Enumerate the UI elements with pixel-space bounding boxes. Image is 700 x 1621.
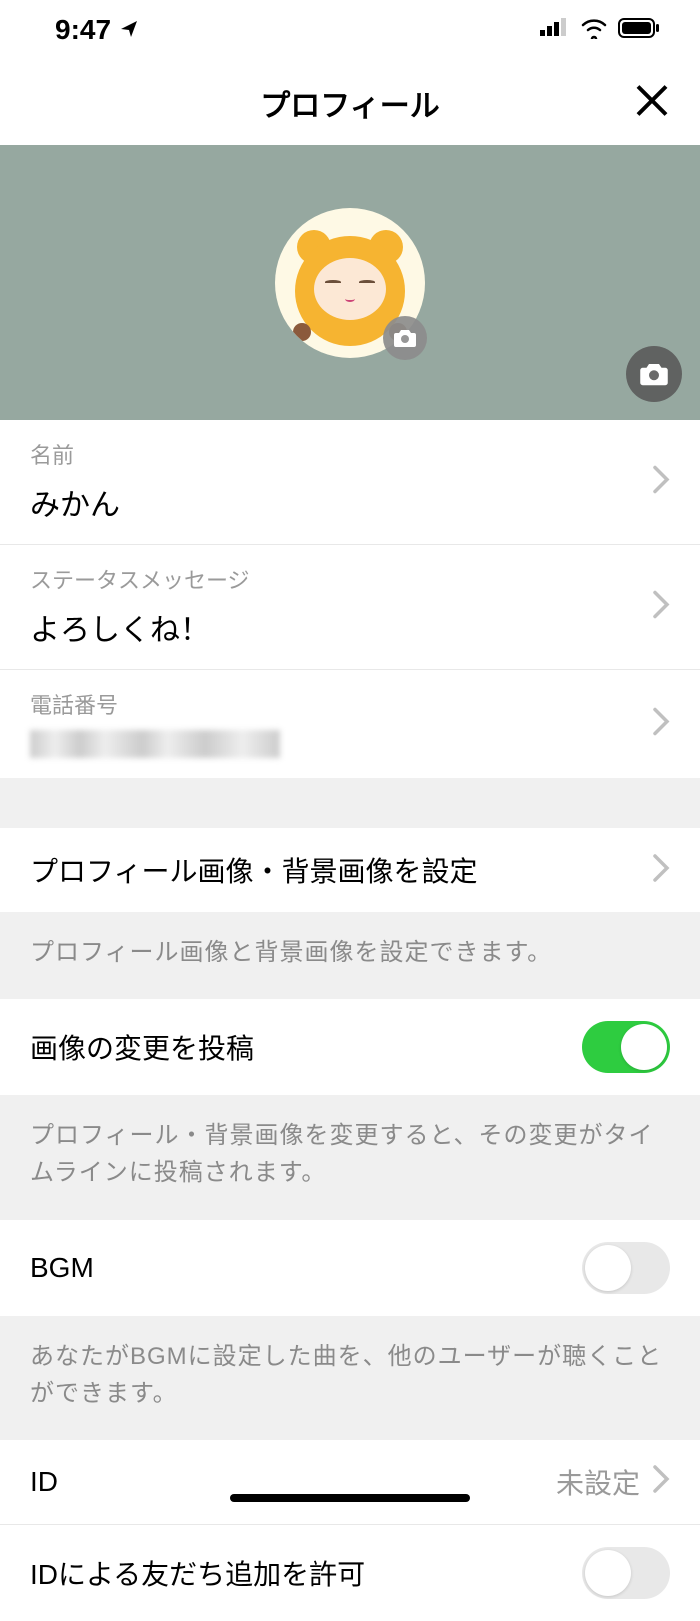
name-row[interactable]: 名前 みかん [0,420,700,545]
bgm-row: BGM [0,1220,700,1316]
chevron-right-icon [652,1464,670,1499]
status-value: よろしくね！ [30,605,670,649]
camera-icon [393,328,417,348]
id-friend-toggle[interactable] [582,1547,670,1599]
bgm-desc: あなたがBGMに設定した曲を、他のユーザーが聴くことができます。 [0,1316,700,1440]
wifi-icon [580,17,608,44]
bgm-toggle[interactable] [582,1242,670,1294]
id-value: 未設定 [556,1462,640,1502]
profile-images-desc: プロフィール画像と背景画像を設定できます。 [0,912,700,999]
chevron-right-icon [652,465,670,500]
name-label: 名前 [30,438,670,470]
close-button[interactable] [634,82,670,123]
camera-icon [639,361,669,387]
header: プロフィール [0,60,700,145]
id-friend-row: IDによる友だち追加を許可 [0,1525,700,1621]
avatar-container[interactable] [275,208,425,358]
page-title: プロフィール [260,81,439,125]
chevron-right-icon [652,590,670,625]
name-value: みかん [30,480,670,524]
post-change-label: 画像の変更を投稿 [30,1027,254,1067]
id-row[interactable]: ID 未設定 [0,1440,700,1525]
profile-images-row[interactable]: プロフィール画像・背景画像を設定 [0,828,700,912]
status-label: ステータスメッセージ [30,563,670,595]
id-label: ID [30,1466,58,1498]
status-time: 9:47 [55,14,111,46]
home-indicator[interactable] [230,1494,470,1502]
chevron-right-icon [652,707,670,742]
chevron-right-icon [652,853,670,888]
battery-icon [618,18,660,43]
close-icon [634,82,670,118]
phone-value-hidden [30,730,280,758]
post-change-row: 画像の変更を投稿 [0,999,700,1095]
profile-images-label: プロフィール画像・背景画像を設定 [30,850,477,890]
post-change-desc: プロフィール・背景画像を変更すると、その変更がタイムラインに投稿されます。 [0,1095,700,1219]
signal-icon [540,18,570,43]
phone-row[interactable]: 電話番号 [0,670,700,778]
post-change-toggle[interactable] [582,1021,670,1073]
location-icon [119,14,139,46]
profile-cover [0,145,700,420]
bgm-label: BGM [30,1252,94,1284]
avatar-camera-button[interactable] [383,316,427,360]
status-bar: 9:47 [0,0,700,60]
phone-label: 電話番号 [30,688,670,720]
id-friend-label: IDによる友だち追加を許可 [30,1553,365,1593]
cover-camera-button[interactable] [626,346,682,402]
status-message-row[interactable]: ステータスメッセージ よろしくね！ [0,545,700,670]
